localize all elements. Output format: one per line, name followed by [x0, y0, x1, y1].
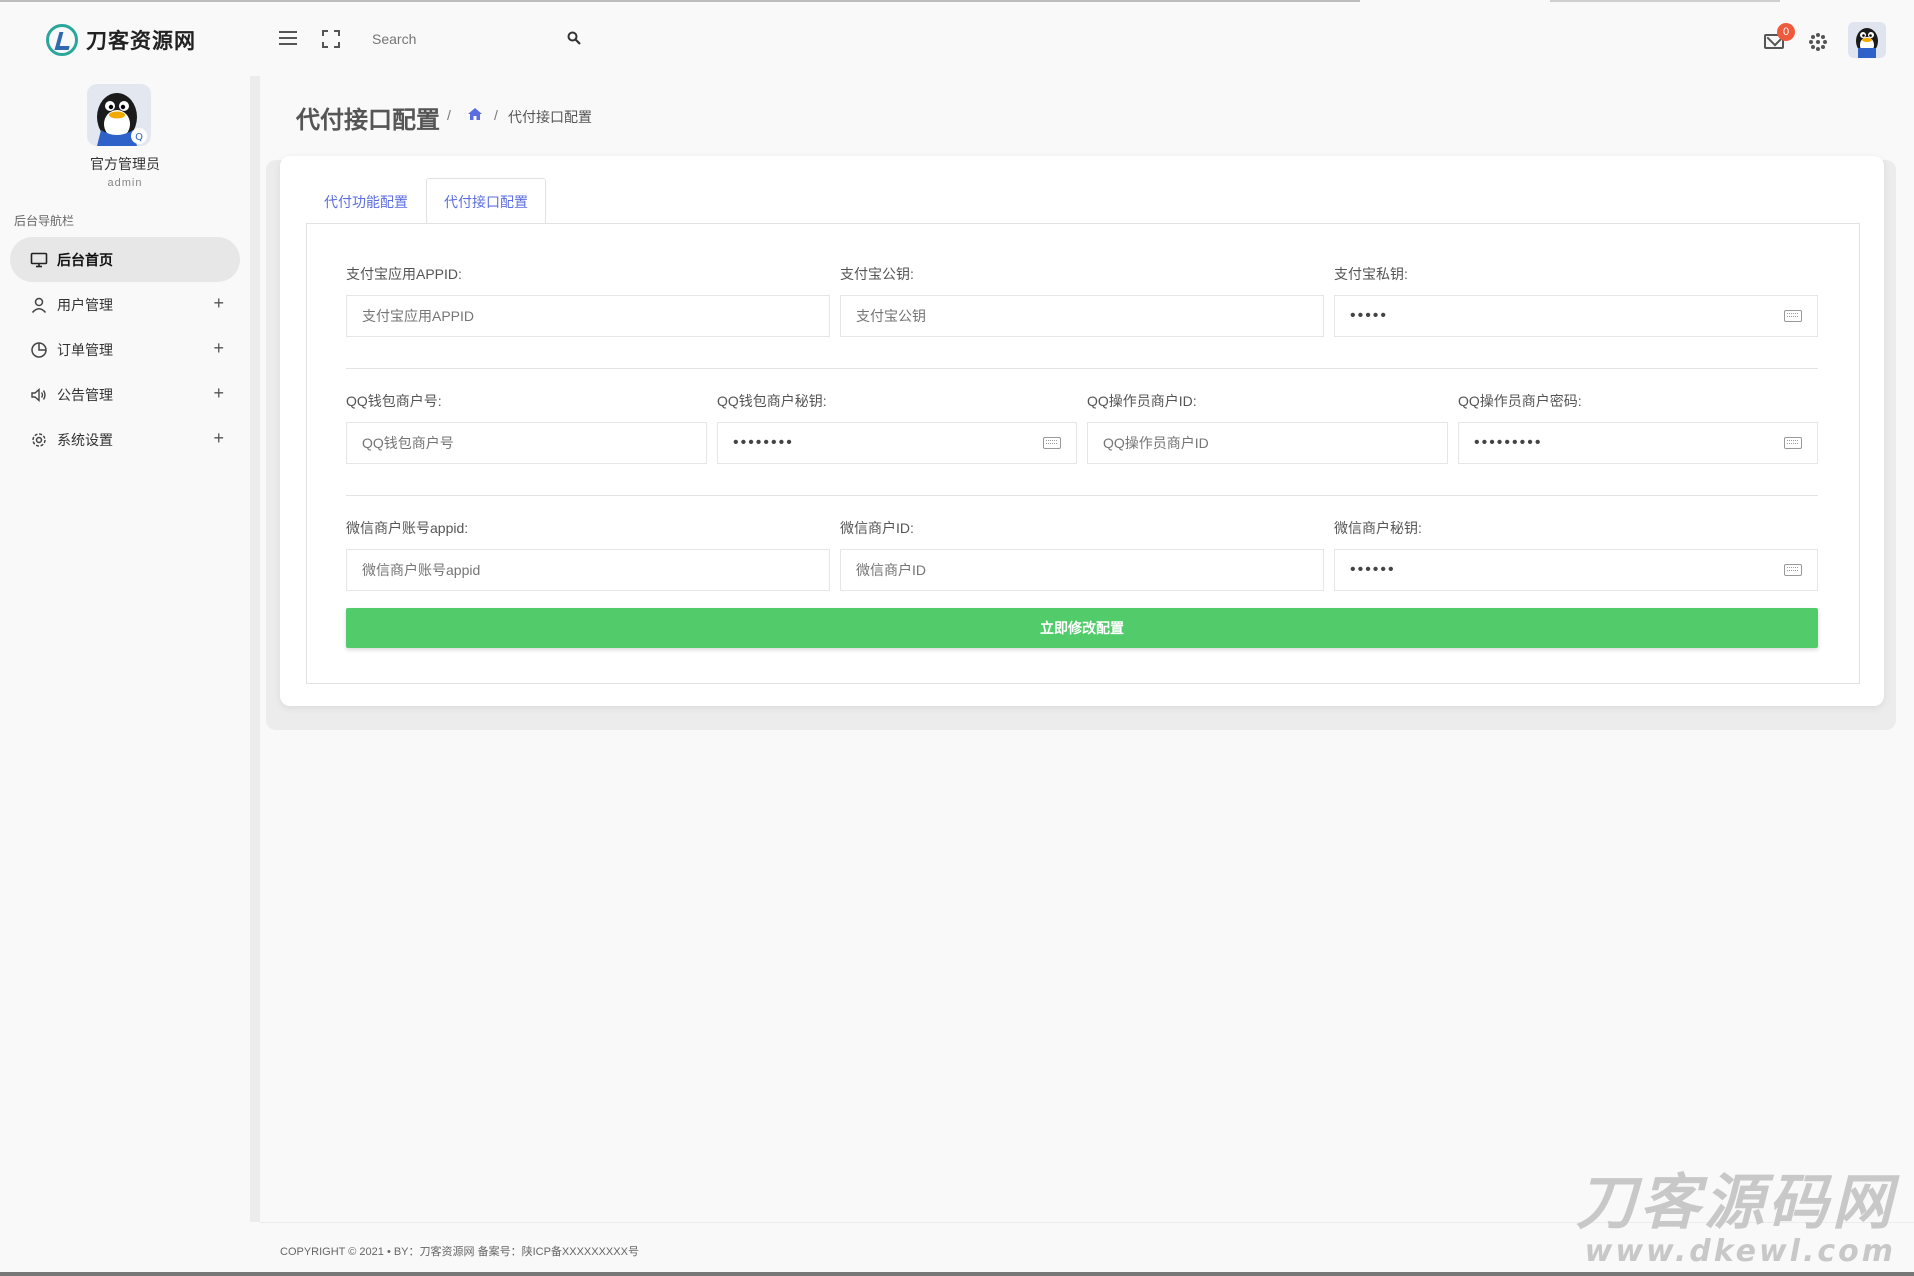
alipay-appid-input[interactable]: [346, 295, 830, 337]
sidebar-item-users[interactable]: 用户管理 +: [10, 282, 240, 327]
fullscreen-icon[interactable]: [322, 30, 340, 48]
sidebar-item-label: 系统设置: [57, 431, 113, 448]
breadcrumb-separator: /: [494, 107, 498, 123]
qq-operator-id-label: QQ操作员商户ID:: [1087, 393, 1197, 409]
expand-plus-icon[interactable]: +: [213, 429, 224, 447]
wx-merchant-secret-label: 微信商户秘钥:: [1334, 520, 1422, 536]
sidebar-item-orders[interactable]: 订单管理 +: [10, 327, 240, 372]
watermark-url: www.dkewl.com: [1584, 1234, 1896, 1269]
expand-plus-icon[interactable]: +: [213, 294, 224, 312]
qq-merchant-no-input[interactable]: [346, 422, 707, 464]
home-icon[interactable]: [467, 107, 483, 121]
wx-merchant-id-input[interactable]: [840, 549, 1324, 591]
nav-title: 后台导航栏: [14, 214, 75, 228]
menu-icon[interactable]: [279, 31, 297, 45]
profile-avatar-icon[interactable]: Q: [87, 84, 151, 146]
row-divider: [346, 495, 1818, 496]
keyboard-icon[interactable]: [1784, 564, 1802, 576]
qq-merchant-secret-input[interactable]: [717, 422, 1077, 464]
qq-operator-password-label: QQ操作员商户密码:: [1458, 393, 1582, 409]
qq-operator-password-input[interactable]: [1458, 422, 1818, 464]
tab-bar: 代付功能配置 代付接口配置: [306, 178, 546, 224]
tab-payout-function-config[interactable]: 代付功能配置: [306, 178, 426, 224]
page-title: 代付接口配置: [296, 107, 440, 134]
sidebar-item-label: 用户管理: [57, 296, 113, 313]
brand-logo[interactable]: 刀客资源网: [46, 24, 196, 56]
submit-config-button[interactable]: 立即修改配置: [346, 608, 1818, 648]
bottom-strip: [0, 1272, 1914, 1276]
alipay-pubkey-input[interactable]: [840, 295, 1324, 337]
sidebar-item-announcements[interactable]: 公告管理 +: [10, 372, 240, 417]
sidebar-item-label: 公告管理: [57, 386, 113, 403]
notification-badge: 0: [1777, 23, 1795, 41]
expand-plus-icon[interactable]: +: [213, 339, 224, 357]
top-bar: 刀客资源网 0: [0, 0, 1914, 76]
breadcrumb-separator: /: [447, 107, 451, 123]
brand-name: 刀客资源网: [86, 30, 196, 53]
alipay-privkey-input[interactable]: [1334, 295, 1818, 337]
expand-plus-icon[interactable]: +: [213, 384, 224, 402]
tab-payout-interface-config[interactable]: 代付接口配置: [426, 178, 546, 224]
watermark-title: 刀客源码网: [1576, 1168, 1896, 1238]
monitor-icon: [30, 252, 48, 267]
sidebar-nav: 后台首页 用户管理 + 订单管理 + 公告管理 + 系统设置 +: [10, 237, 240, 462]
sidebar-item-dashboard[interactable]: 后台首页: [10, 237, 240, 282]
sidebar-item-label: 订单管理: [57, 341, 113, 358]
wx-merchant-id-label: 微信商户ID:: [840, 520, 914, 536]
qq-operator-id-input[interactable]: [1087, 422, 1448, 464]
row-divider: [346, 368, 1818, 369]
sidebar-item-label: 后台首页: [57, 251, 113, 268]
user-avatar-icon[interactable]: [1848, 22, 1886, 58]
alipay-privkey-label: 支付宝私钥:: [1334, 266, 1408, 282]
speaker-icon: [31, 387, 46, 402]
qq-merchant-secret-label: QQ钱包商户秘钥:: [717, 393, 827, 409]
alipay-appid-label: 支付宝应用APPID:: [346, 266, 462, 282]
gear-icon: [32, 432, 46, 447]
user-icon: [31, 297, 47, 313]
pie-chart-icon: [31, 341, 47, 358]
keyboard-icon[interactable]: [1043, 437, 1061, 449]
footer-copyright: COPYRIGHT © 2021 • BY：刀客资源网 备案号：陕ICP备XXX…: [280, 1246, 639, 1258]
watermark: 刀客源码网 www.dkewl.com: [1536, 1170, 1896, 1268]
alipay-pubkey-label: 支付宝公钥:: [840, 266, 914, 282]
wx-merchant-secret-input[interactable]: [1334, 549, 1818, 591]
user-role: admin: [107, 177, 143, 189]
sidebar-item-settings[interactable]: 系统设置 +: [10, 417, 240, 462]
keyboard-icon[interactable]: [1784, 310, 1802, 322]
sidebar-edge: [250, 76, 260, 1222]
wx-appid-input[interactable]: [346, 549, 830, 591]
breadcrumb-current: 代付接口配置: [508, 109, 592, 125]
qq-merchant-no-label: QQ钱包商户号:: [346, 393, 442, 409]
top-strip: [0, 0, 1360, 2]
user-name: 官方管理员: [90, 156, 160, 172]
svg-text:Q: Q: [135, 132, 143, 143]
search-input[interactable]: [372, 26, 552, 52]
search-icon[interactable]: [567, 31, 581, 45]
keyboard-icon[interactable]: [1784, 437, 1802, 449]
sidebar: Q 官方管理员 admin 后台导航栏 后台首页 用户管理 + 订单管理 + 公…: [0, 76, 250, 1222]
wx-appid-label: 微信商户账号appid:: [346, 520, 469, 536]
top-strip: [1550, 0, 1780, 2]
logo-icon: [46, 24, 78, 56]
apps-icon[interactable]: [1808, 32, 1828, 52]
